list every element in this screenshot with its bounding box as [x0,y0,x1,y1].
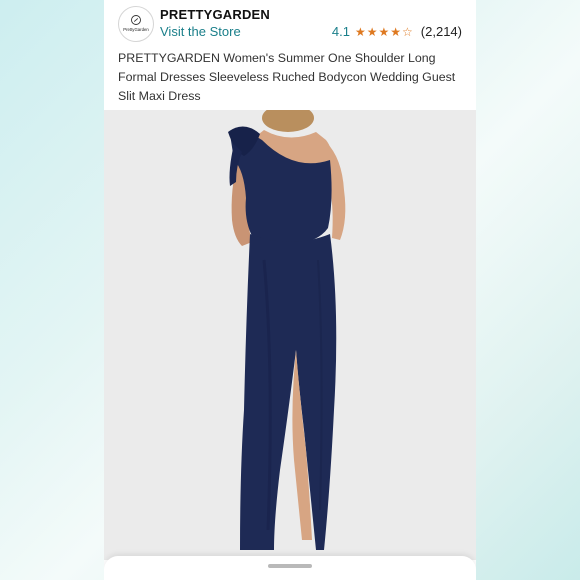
model-hair [262,104,314,132]
logo-text: PrettyGarden [123,27,149,32]
rating-stars: ★ ★ ★ ★ ☆ [355,26,413,38]
product-header: PrettyGarden PRETTYGARDEN Visit the Stor… [104,0,476,110]
star-icon: ★ [354,24,366,39]
star-icon: ★ [378,24,390,39]
leaf-circle-icon: PrettyGarden [123,15,149,32]
store-logo[interactable]: PrettyGarden [118,6,154,42]
visit-store-link[interactable]: Visit the Store [160,24,241,39]
star-icon: ★ [366,24,378,39]
rating-summary[interactable]: 4.1 ★ ★ ★ ★ ☆ (2,214) [332,24,462,39]
rating-value: 4.1 [331,24,350,39]
rating-count[interactable]: (2,214) [421,24,462,39]
left-background [0,0,104,580]
product-title: PRETTYGARDEN Women's Summer One Shoulder… [118,51,456,103]
drag-handle[interactable] [268,564,312,568]
bottom-sheet[interactable] [104,556,476,580]
star-icon: ★ [390,24,402,39]
dress-model-photo [228,104,346,550]
star-outline-icon: ☆ [402,24,413,39]
right-background [476,0,580,580]
product-screen: PrettyGarden PRETTYGARDEN Visit the Stor… [104,0,476,580]
store-brand-name: PRETTYGARDEN [160,7,271,22]
product-image[interactable] [104,104,476,560]
